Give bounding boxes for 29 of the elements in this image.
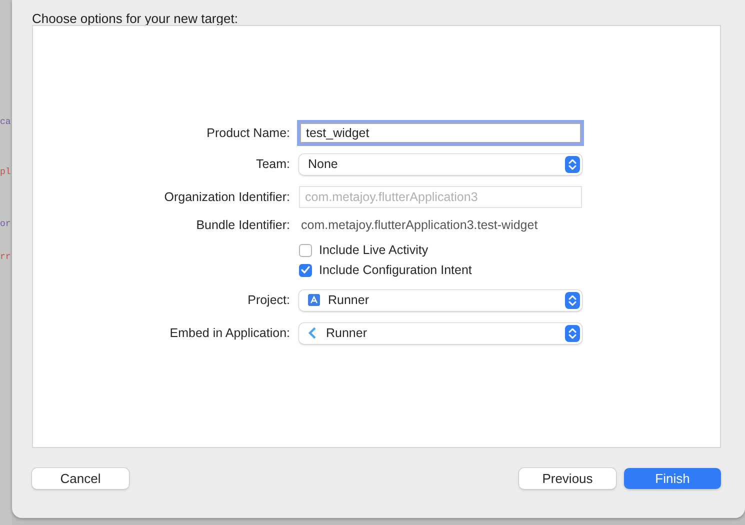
field-label: Team:	[256, 157, 290, 171]
field-label: Bundle Identifier:	[196, 218, 290, 232]
app-icon	[308, 294, 320, 306]
chevron-icon	[308, 327, 318, 339]
checkbox-label[interactable]: Include Live Activity	[319, 243, 428, 257]
checkbox[interactable]	[299, 244, 312, 256]
code-fragment: ca	[0, 116, 11, 129]
stepper-icon	[565, 292, 580, 308]
text-field[interactable]: test_widget	[300, 123, 581, 143]
code-fragment: or	[0, 218, 11, 231]
dialog-button[interactable]: Cancel	[32, 468, 129, 489]
popup-button[interactable]: Runner	[299, 290, 582, 310]
popup-button[interactable]: None	[299, 154, 582, 174]
popup-button[interactable]: Runner	[299, 322, 582, 344]
code-fragment: rr	[0, 251, 11, 264]
checkbox[interactable]	[299, 264, 312, 276]
dialog-button[interactable]: Previous	[519, 468, 616, 489]
stepper-icon	[565, 324, 580, 342]
field-label: Organization Identifier:	[164, 190, 290, 204]
stepper-icon	[565, 156, 580, 172]
sheet-title: Choose options for your new target:	[31, 10, 239, 25]
bundle-identifier: com.metajoy.flutterApplication3.test-widget	[300, 218, 538, 232]
code-fragment: pl	[0, 166, 11, 179]
field-label: Embed in Application:	[170, 326, 290, 340]
field-label: Product Name:	[206, 126, 290, 140]
text-field[interactable]: com.metajoy.flutterApplication3	[299, 186, 582, 208]
field-label: Project:	[248, 293, 290, 307]
dialog-button[interactable]: Finish	[624, 468, 721, 489]
checkbox-label[interactable]: Include Configuration Intent	[319, 263, 472, 277]
